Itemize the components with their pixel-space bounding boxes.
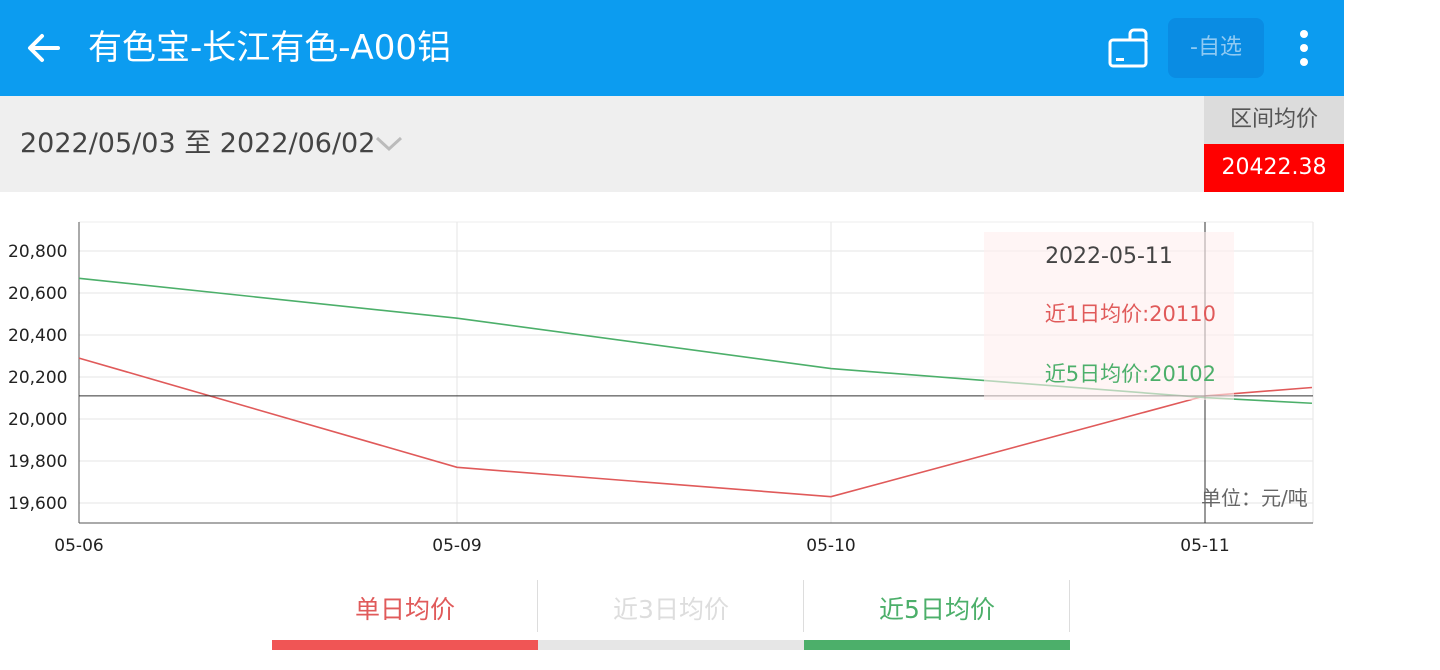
top-bar: 有色宝-长江有色-A00铝 -自选: [0, 0, 1344, 96]
more-vertical-icon[interactable]: [1286, 26, 1322, 70]
tooltip-date: 2022-05-11: [1045, 244, 1173, 269]
tab-divider: [1069, 580, 1070, 632]
tooltip-5day-avg: 近5日均价:20102: [1044, 362, 1216, 386]
x-tick-label: 05-10: [806, 536, 855, 556]
range-average-value: 20422.38: [1204, 144, 1344, 192]
tab-5day-avg[interactable]: 近5日均价: [804, 578, 1070, 650]
y-tick-label: 19,600: [8, 494, 67, 514]
y-tick-label: 19,800: [8, 452, 67, 472]
add-watchlist-button[interactable]: -自选: [1168, 18, 1264, 78]
y-tick-label: 20,000: [8, 410, 67, 430]
tab-indicator: [538, 640, 804, 650]
chevron-down-icon[interactable]: [374, 134, 404, 154]
back-arrow-icon[interactable]: [22, 26, 66, 70]
app-window: 有色宝-长江有色-A00铝 -自选 2022/05/03 至 2022/06/0…: [0, 0, 1344, 670]
series-tabs: 单日均价 近3日均价 近5日均价: [272, 578, 1070, 650]
tab-label: 单日均价: [354, 595, 455, 624]
date-range-selector[interactable]: 2022/05/03 至 2022/06/02: [20, 126, 375, 162]
tooltip-1day-avg: 近1日均价:20110: [1044, 302, 1216, 326]
tab-indicator: [804, 640, 1070, 650]
range-average-box: 区间均价 20422.38: [1204, 96, 1344, 192]
chart-tooltip: 2022-05-11 近1日均价:20110 近5日均价:20102: [984, 232, 1234, 400]
tab-1day-avg[interactable]: 单日均价: [272, 578, 538, 650]
page-title: 有色宝-长江有色-A00铝: [88, 28, 452, 68]
x-tick-label: 05-11: [1180, 536, 1229, 556]
y-tick-label: 20,800: [8, 242, 67, 262]
tab-label: 近3日均价: [613, 595, 729, 624]
tab-indicator: [272, 640, 538, 650]
date-range-bar: 2022/05/03 至 2022/06/02: [0, 96, 1344, 192]
range-average-label: 区间均价: [1204, 96, 1344, 144]
price-line-chart[interactable]: 20,800 20,600 20,400 20,200 20,000 19,800 19,6…: [0, 192, 1344, 570]
y-tick-label: 20,400: [8, 326, 67, 346]
tab-3day-avg[interactable]: 近3日均价: [538, 578, 804, 650]
y-tick-label: 20,600: [8, 284, 67, 304]
x-tick-label: 05-06: [54, 536, 103, 556]
x-tick-label: 05-09: [432, 536, 481, 556]
y-tick-label: 20,200: [8, 368, 67, 388]
unit-label: 单位：元/吨: [1201, 486, 1308, 510]
tab-label: 近5日均价: [879, 595, 995, 624]
landscape-rotate-icon[interactable]: [1104, 26, 1152, 70]
